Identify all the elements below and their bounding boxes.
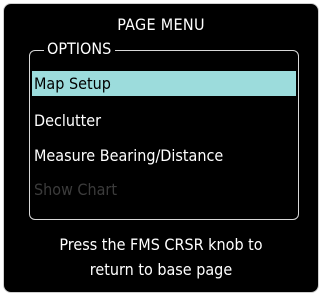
- menu-item-show-chart: Show Chart: [34, 180, 117, 199]
- menu-item-map-setup[interactable]: Map Setup: [32, 71, 296, 96]
- options-group-label: OPTIONS: [44, 39, 116, 59]
- window-title: PAGE MENU: [117, 15, 205, 34]
- instruction-line-2: return to base page: [89, 260, 233, 279]
- instruction-text: Press the FMS CRSR knob to return to bas…: [4, 232, 318, 282]
- instruction-line-1: Press the FMS CRSR knob to: [59, 235, 263, 254]
- options-group: OPTIONS Map Setup Declutter Measure Bear…: [29, 39, 299, 220]
- menu-item-declutter[interactable]: Declutter: [32, 108, 101, 133]
- menu-item-measure-bearing-distance[interactable]: Measure Bearing/Distance: [32, 143, 223, 168]
- page-menu-window: PAGE MENU OPTIONS Map Setup Declutter Me…: [3, 3, 319, 293]
